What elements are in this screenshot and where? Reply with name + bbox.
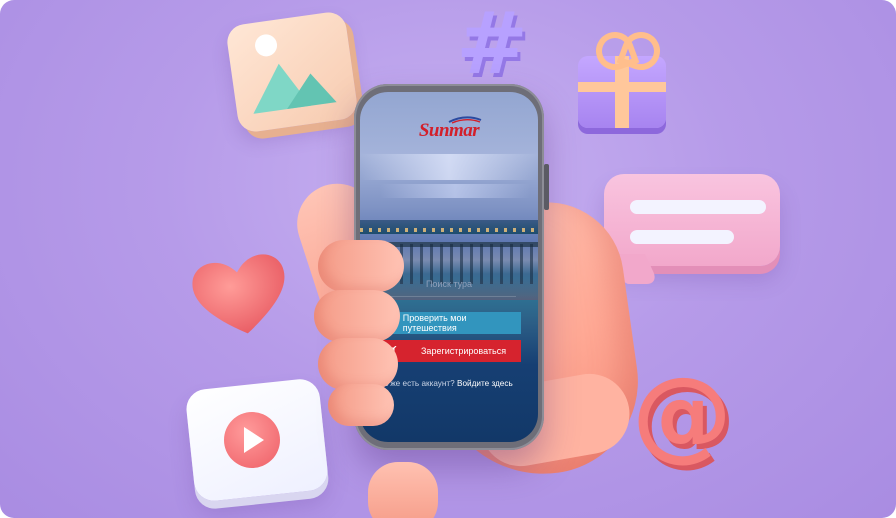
search-underline	[382, 296, 516, 297]
hand-finger	[318, 240, 404, 292]
shore-lights	[360, 228, 538, 232]
sky-cloud	[360, 154, 538, 180]
phone-side-button	[544, 164, 549, 210]
heart-icon	[186, 250, 296, 340]
brand-logo: Sunmar	[418, 120, 480, 141]
hashtag-icon: #	[456, 0, 529, 94]
register-button[interactable]: Зарегистрироваться	[377, 340, 521, 362]
login-link[interactable]: Войдите здесь	[457, 379, 513, 388]
promo-banner: # @ Sunmar Поиск тура Проверить мои путе…	[0, 0, 896, 518]
gift-ribbon	[578, 82, 666, 92]
play-triangle	[244, 427, 264, 453]
chat-line	[630, 230, 734, 244]
hand-finger	[318, 338, 398, 390]
check-trips-label: Проверить мои путешествия	[402, 313, 467, 333]
at-sign-icon: @	[632, 355, 732, 472]
photo-icon	[225, 10, 359, 134]
register-label: Зарегистрироваться	[421, 346, 507, 356]
hand-finger	[328, 384, 394, 426]
login-prompt-text: Уже есть аккаунт?	[385, 379, 455, 388]
chat-bubble-icon	[604, 174, 780, 266]
hand-finger	[314, 290, 400, 342]
sky-cloud	[380, 184, 530, 198]
chat-line	[630, 200, 766, 214]
thumbs-up-icon	[368, 462, 438, 518]
